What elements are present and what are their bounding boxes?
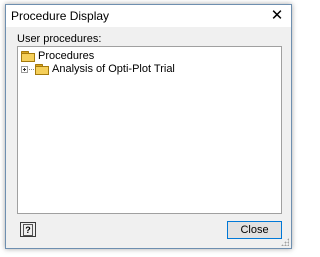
close-button[interactable]: Close — [227, 221, 282, 239]
resize-grip-icon[interactable] — [281, 238, 289, 246]
close-window-button[interactable]: ✕ — [266, 6, 288, 26]
user-procedures-label: User procedures: — [17, 33, 102, 45]
title-bar: Procedure Display ✕ — [6, 5, 291, 27]
procedure-display-dialog: Procedure Display ✕ User procedures: Pro… — [5, 4, 292, 249]
help-button[interactable]: ? — [20, 222, 36, 237]
folder-icon — [35, 64, 49, 75]
expand-plus-icon[interactable] — [21, 65, 28, 73]
help-icon: ? — [23, 224, 33, 236]
tree-node-procedures[interactable]: Procedures — [21, 49, 94, 63]
window-title: Procedure Display — [11, 9, 110, 23]
procedures-tree[interactable]: Procedures Analysis of Opti-Plot Trial — [17, 46, 282, 214]
tree-node-label: Analysis of Opti-Plot Trial — [52, 63, 175, 75]
tree-connector — [29, 68, 34, 70]
tree-node-label: Procedures — [38, 50, 95, 62]
folder-open-icon — [21, 51, 35, 62]
tree-node-analysis[interactable]: Analysis of Opti-Plot Trial — [21, 62, 175, 76]
